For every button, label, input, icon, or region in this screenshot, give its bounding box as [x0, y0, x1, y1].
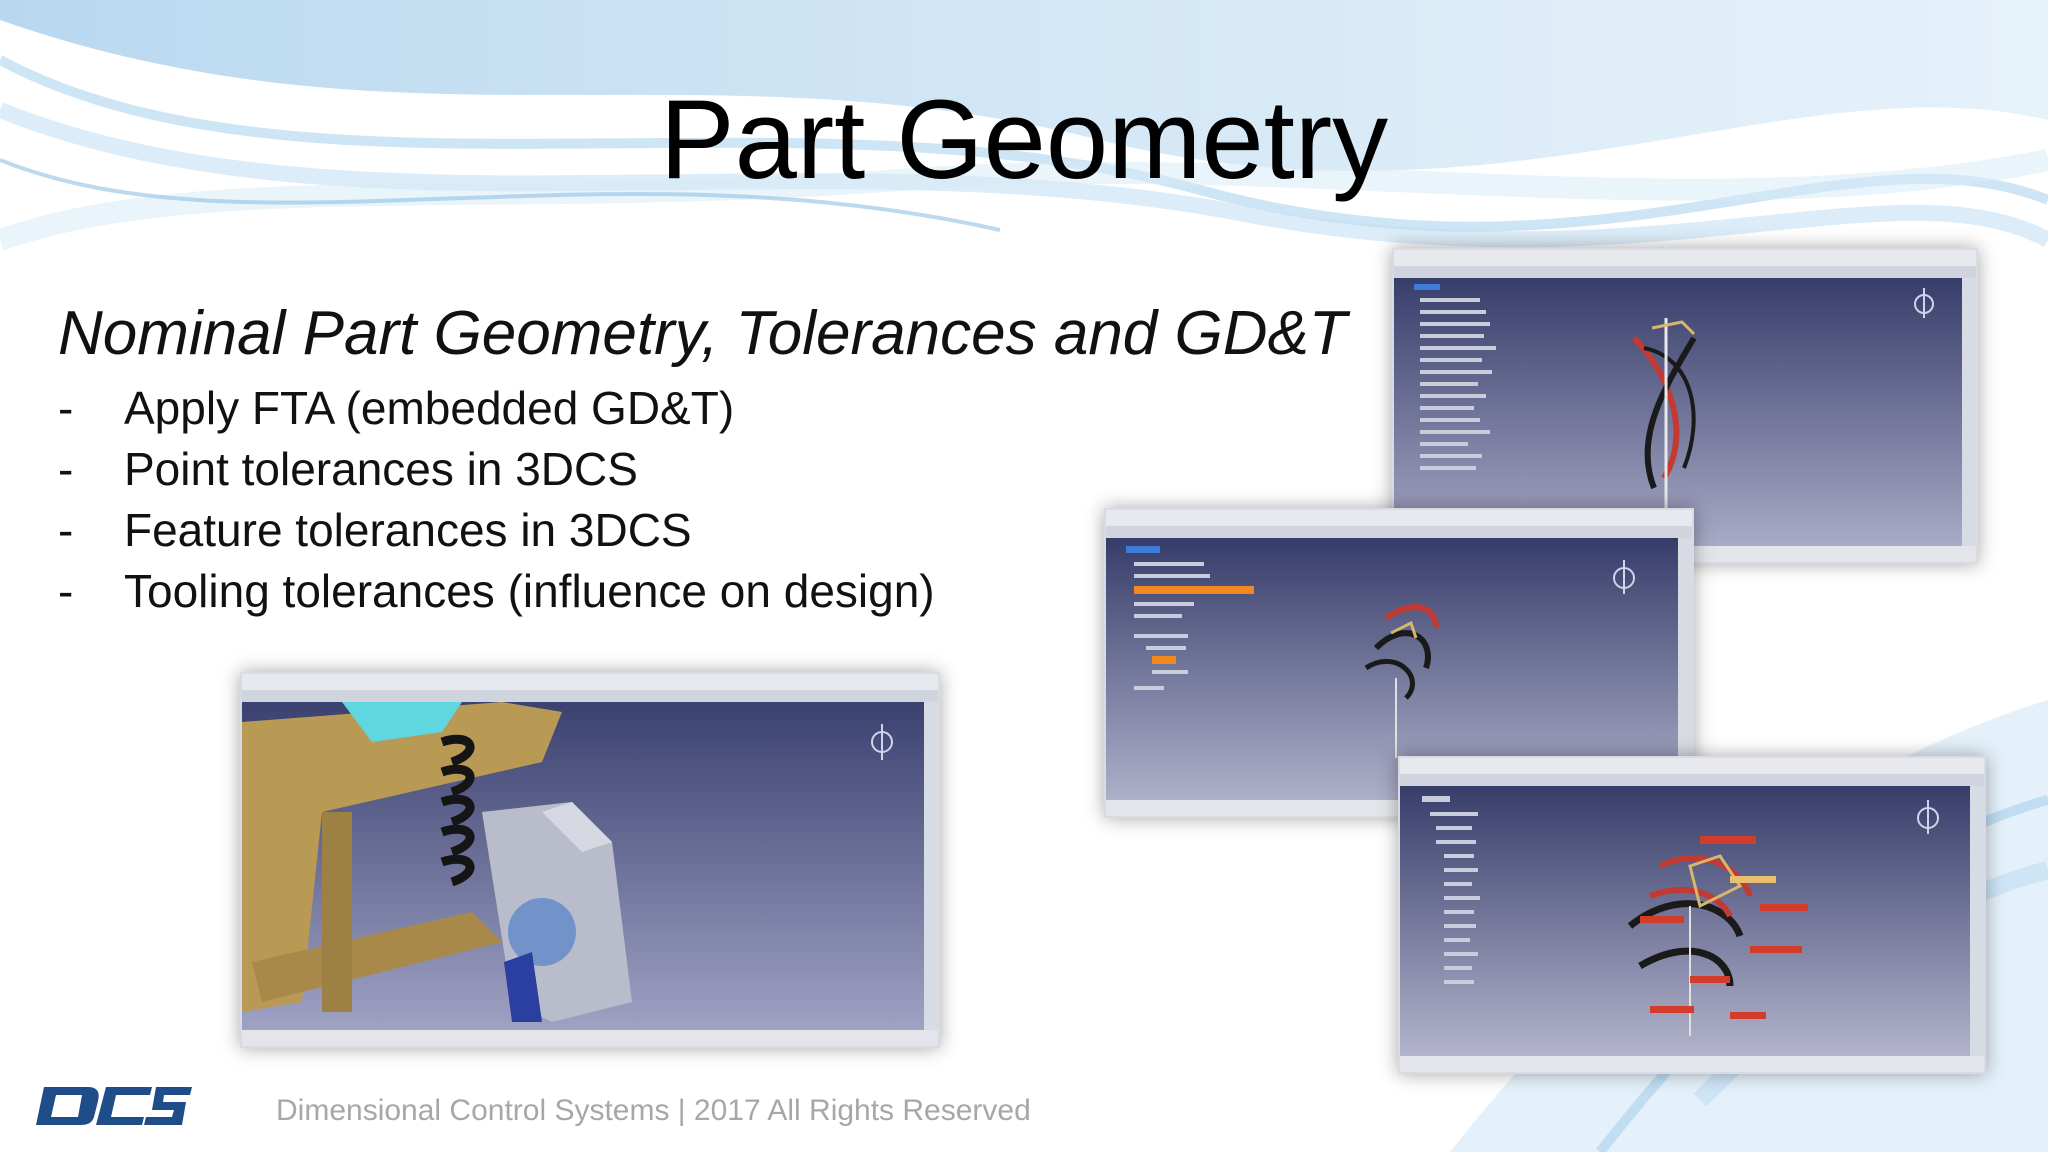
footer-copyright: Dimensional Control Systems | 2017 All R… [276, 1094, 1031, 1127]
right-toolbar [924, 702, 938, 1030]
bullet-dash: - [58, 565, 74, 617]
status-bar [242, 1030, 938, 1046]
status-bar [1400, 1056, 1984, 1072]
bullet-item: - Point tolerances in 3DCS [58, 439, 935, 500]
bullet-text: Apply FTA (embedded GD&T) [124, 382, 735, 434]
viewport-3d [1394, 278, 1962, 546]
subtitle: Nominal Part Geometry, Tolerances and GD… [58, 299, 1347, 368]
window-toolbar [1400, 774, 1984, 786]
bullet-text: Feature tolerances in 3DCS [124, 504, 692, 556]
bullet-text: Point tolerances in 3DCS [124, 443, 638, 495]
right-toolbar [1962, 278, 1976, 546]
right-toolbar [1970, 786, 1984, 1056]
screenshot-bottom-left [240, 672, 940, 1048]
viewport-3d [242, 702, 924, 1030]
window-toolbar [1106, 526, 1692, 538]
window-title-bar [1106, 510, 1692, 526]
window-title-bar [242, 674, 938, 690]
slide: Part Geometry Nominal Part Geometry, Tol… [0, 0, 2048, 1152]
viewport-3d [1400, 786, 1970, 1056]
bullet-dash: - [58, 443, 74, 495]
screenshot-bottom-right [1398, 756, 1986, 1074]
bullet-text: Tooling tolerances (influence on design) [124, 565, 935, 617]
bullet-item: - Tooling tolerances (influence on design… [58, 561, 935, 622]
window-title-bar [1394, 250, 1976, 266]
dcs-logo [36, 1087, 192, 1125]
bullet-dash: - [58, 382, 74, 434]
bullet-list: - Apply FTA (embedded GD&T) - Point tolera… [58, 378, 935, 622]
bullet-dash: - [58, 504, 74, 556]
bullet-item: - Feature tolerances in 3DCS [58, 500, 935, 561]
window-toolbar [1394, 266, 1976, 278]
bullet-item: - Apply FTA (embedded GD&T) [58, 378, 935, 439]
window-title-bar [1400, 758, 1984, 774]
page-title: Part Geometry [659, 77, 1389, 202]
window-toolbar [242, 690, 938, 702]
